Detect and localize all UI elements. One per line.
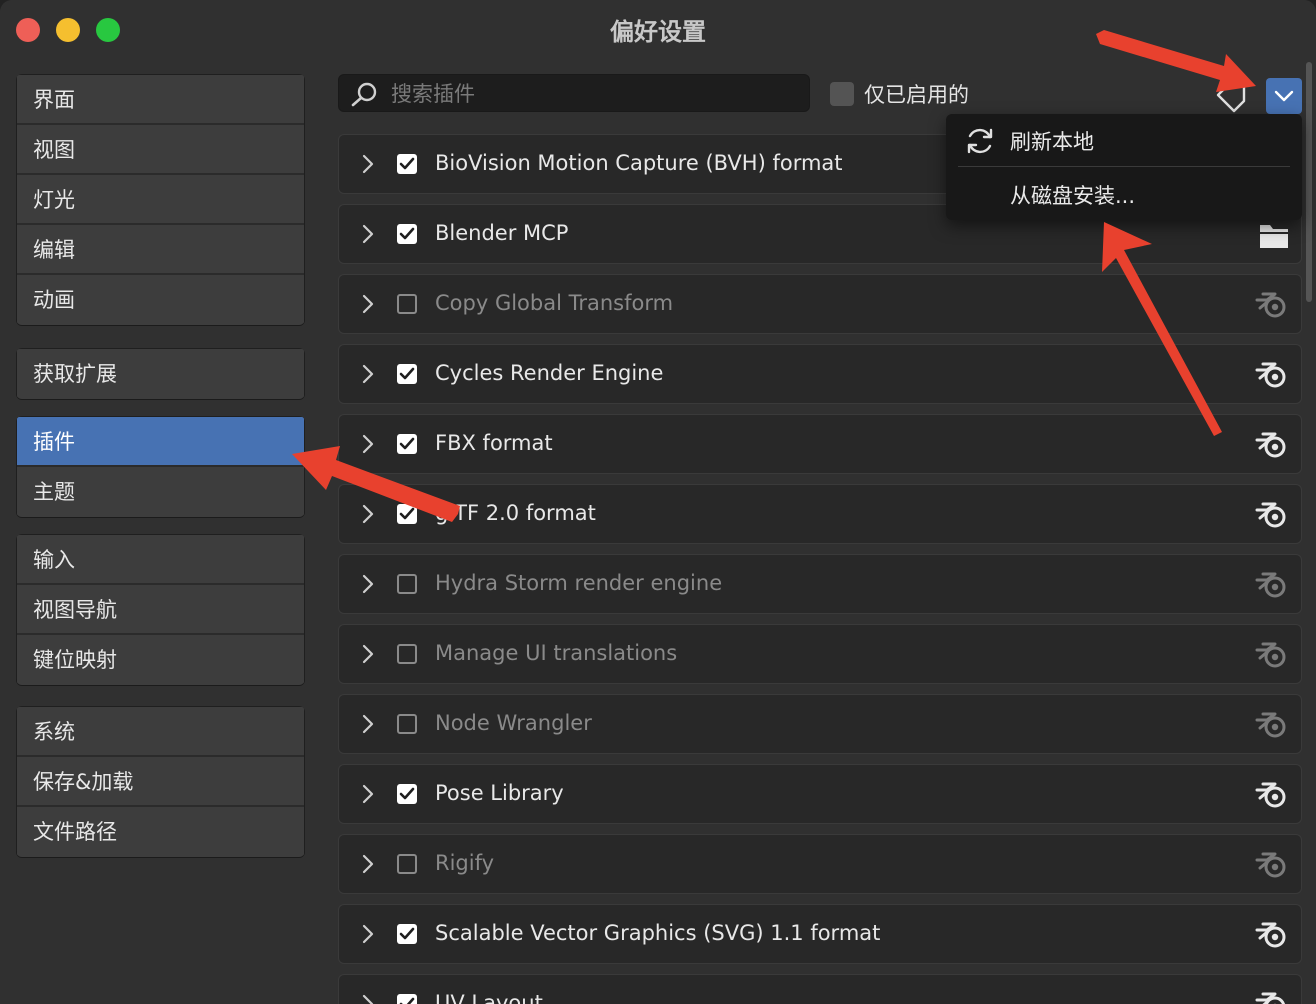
chevron-right-icon[interactable] bbox=[361, 644, 375, 668]
sidebar-item-animation[interactable]: 动画 bbox=[17, 275, 304, 325]
refresh-icon bbox=[967, 128, 993, 154]
blender-icon bbox=[1255, 919, 1291, 955]
addon-enable-checkbox[interactable] bbox=[397, 784, 417, 804]
addon-enable-checkbox[interactable] bbox=[397, 924, 417, 944]
blender-icon bbox=[1255, 569, 1291, 605]
sidebar-item-lights[interactable]: 灯光 bbox=[17, 175, 304, 225]
addon-name: Rigify bbox=[435, 851, 495, 875]
blender-icon bbox=[1255, 709, 1291, 745]
chevron-right-icon[interactable] bbox=[361, 994, 375, 1004]
sidebar-item-navigation[interactable]: 视图导航 bbox=[17, 585, 304, 635]
addon-enable-checkbox[interactable] bbox=[397, 644, 417, 664]
chevron-right-icon[interactable] bbox=[361, 574, 375, 598]
chevron-right-icon[interactable] bbox=[361, 154, 375, 178]
addon-enable-checkbox[interactable] bbox=[397, 364, 417, 384]
title-bar: 偏好设置 bbox=[0, 0, 1316, 58]
addon-row[interactable]: Rigify bbox=[338, 834, 1302, 894]
sidebar-group: 输入 视图导航 键位映射 bbox=[16, 534, 305, 685]
chevron-right-icon[interactable] bbox=[361, 784, 375, 808]
addon-enable-checkbox[interactable] bbox=[397, 994, 417, 1004]
chevron-right-icon[interactable] bbox=[361, 924, 375, 948]
sidebar-group: 获取扩展 bbox=[16, 348, 305, 399]
sidebar-item-input[interactable]: 输入 bbox=[17, 535, 304, 585]
chevron-right-icon[interactable] bbox=[361, 224, 375, 248]
chevron-down-icon bbox=[1274, 90, 1294, 102]
chevron-right-icon[interactable] bbox=[361, 434, 375, 458]
chevron-right-icon[interactable] bbox=[361, 294, 375, 318]
addon-enable-checkbox[interactable] bbox=[397, 574, 417, 594]
addon-row[interactable]: UV Layout bbox=[338, 974, 1302, 1004]
addon-row[interactable]: Copy Global Transform bbox=[338, 274, 1302, 334]
scrollbar[interactable] bbox=[1306, 62, 1312, 302]
addon-enable-checkbox[interactable] bbox=[397, 854, 417, 874]
addon-row[interactable]: Node Wrangler bbox=[338, 694, 1302, 754]
sidebar-item-viewport[interactable]: 视图 bbox=[17, 125, 304, 175]
addon-enable-checkbox[interactable] bbox=[397, 714, 417, 734]
addon-enable-checkbox[interactable] bbox=[397, 154, 417, 174]
preferences-window: 偏好设置 界面 视图 灯光 编辑 动画 获取扩展 插件 主题 输入 视图导航 键位映射 系统 保存&加载… bbox=[0, 0, 1316, 1004]
addon-enable-checkbox[interactable] bbox=[397, 504, 417, 524]
addon-enable-checkbox[interactable] bbox=[397, 224, 417, 244]
addon-name: UV Layout bbox=[435, 991, 543, 1004]
addon-name: Copy Global Transform bbox=[435, 291, 674, 315]
enabled-only-label: 仅已启用的 bbox=[864, 83, 969, 107]
sidebar-item-system[interactable]: 系统 bbox=[17, 707, 304, 757]
search-icon bbox=[351, 82, 377, 107]
blender-icon bbox=[1255, 499, 1291, 535]
tag-filter-button[interactable] bbox=[1212, 78, 1250, 114]
addon-row[interactable]: Pose Library bbox=[338, 764, 1302, 824]
addon-row[interactable]: Hydra Storm render engine bbox=[338, 554, 1302, 614]
sidebar-item-themes[interactable]: 主题 bbox=[17, 467, 304, 517]
blender-icon bbox=[1255, 849, 1291, 885]
addon-name: Pose Library bbox=[435, 781, 564, 805]
addon-name: Blender MCP bbox=[435, 221, 569, 245]
addon-dropdown-menu: 刷新本地 从磁盘安装... bbox=[946, 114, 1302, 220]
blender-icon bbox=[1255, 779, 1291, 815]
blender-icon bbox=[1255, 429, 1291, 465]
refresh-local-menu-item[interactable]: 刷新本地 bbox=[1010, 126, 1094, 156]
addon-enable-checkbox[interactable] bbox=[397, 434, 417, 454]
chevron-right-icon[interactable] bbox=[361, 364, 375, 388]
addon-name: Manage UI translations bbox=[435, 641, 678, 665]
search-box[interactable] bbox=[338, 74, 810, 112]
addon-name: Scalable Vector Graphics (SVG) 1.1 forma… bbox=[435, 921, 881, 945]
search-input[interactable] bbox=[389, 77, 793, 111]
chevron-right-icon[interactable] bbox=[361, 504, 375, 528]
addon-menu-dropdown-button[interactable] bbox=[1266, 78, 1302, 114]
addon-name: Hydra Storm render engine bbox=[435, 571, 723, 595]
addon-row[interactable]: glTF 2.0 format bbox=[338, 484, 1302, 544]
sidebar-item-interface[interactable]: 界面 bbox=[17, 75, 304, 125]
chevron-right-icon[interactable] bbox=[361, 714, 375, 738]
sidebar-group: 系统 保存&加载 文件路径 bbox=[16, 706, 305, 857]
sidebar-item-get-extensions[interactable]: 获取扩展 bbox=[17, 349, 304, 399]
sidebar-group: 界面 视图 灯光 编辑 动画 bbox=[16, 74, 305, 325]
addon-name: Node Wrangler bbox=[435, 711, 592, 735]
blender-icon bbox=[1255, 989, 1291, 1004]
addon-row[interactable]: Cycles Render Engine bbox=[338, 344, 1302, 404]
blender-icon bbox=[1255, 359, 1291, 395]
chevron-right-icon[interactable] bbox=[361, 854, 375, 878]
addon-row[interactable]: FBX format bbox=[338, 414, 1302, 474]
blender-icon bbox=[1255, 639, 1291, 675]
folder-icon bbox=[1259, 221, 1289, 253]
addon-row[interactable]: Scalable Vector Graphics (SVG) 1.1 forma… bbox=[338, 904, 1302, 964]
addon-name: Cycles Render Engine bbox=[435, 361, 664, 385]
blender-icon bbox=[1255, 289, 1291, 325]
addon-name: FBX format bbox=[435, 431, 553, 455]
tag-icon bbox=[1216, 83, 1246, 113]
sidebar-item-file-paths[interactable]: 文件路径 bbox=[17, 807, 304, 857]
sidebar-item-addons[interactable]: 插件 bbox=[17, 417, 304, 467]
addon-name: glTF 2.0 format bbox=[435, 501, 596, 525]
addon-name: BioVision Motion Capture (BVH) format bbox=[435, 151, 843, 175]
sidebar-item-save-load[interactable]: 保存&加载 bbox=[17, 757, 304, 807]
install-from-disk-menu-item[interactable]: 从磁盘安装... bbox=[1010, 180, 1135, 210]
menu-separator bbox=[958, 166, 1290, 167]
enabled-only-checkbox[interactable] bbox=[830, 82, 854, 106]
sidebar-item-editing[interactable]: 编辑 bbox=[17, 225, 304, 275]
window-title: 偏好设置 bbox=[610, 18, 706, 46]
addon-enable-checkbox[interactable] bbox=[397, 294, 417, 314]
addon-row[interactable]: Manage UI translations bbox=[338, 624, 1302, 684]
sidebar-group: 插件 主题 bbox=[16, 416, 305, 517]
sidebar-item-keymap[interactable]: 键位映射 bbox=[17, 635, 304, 685]
